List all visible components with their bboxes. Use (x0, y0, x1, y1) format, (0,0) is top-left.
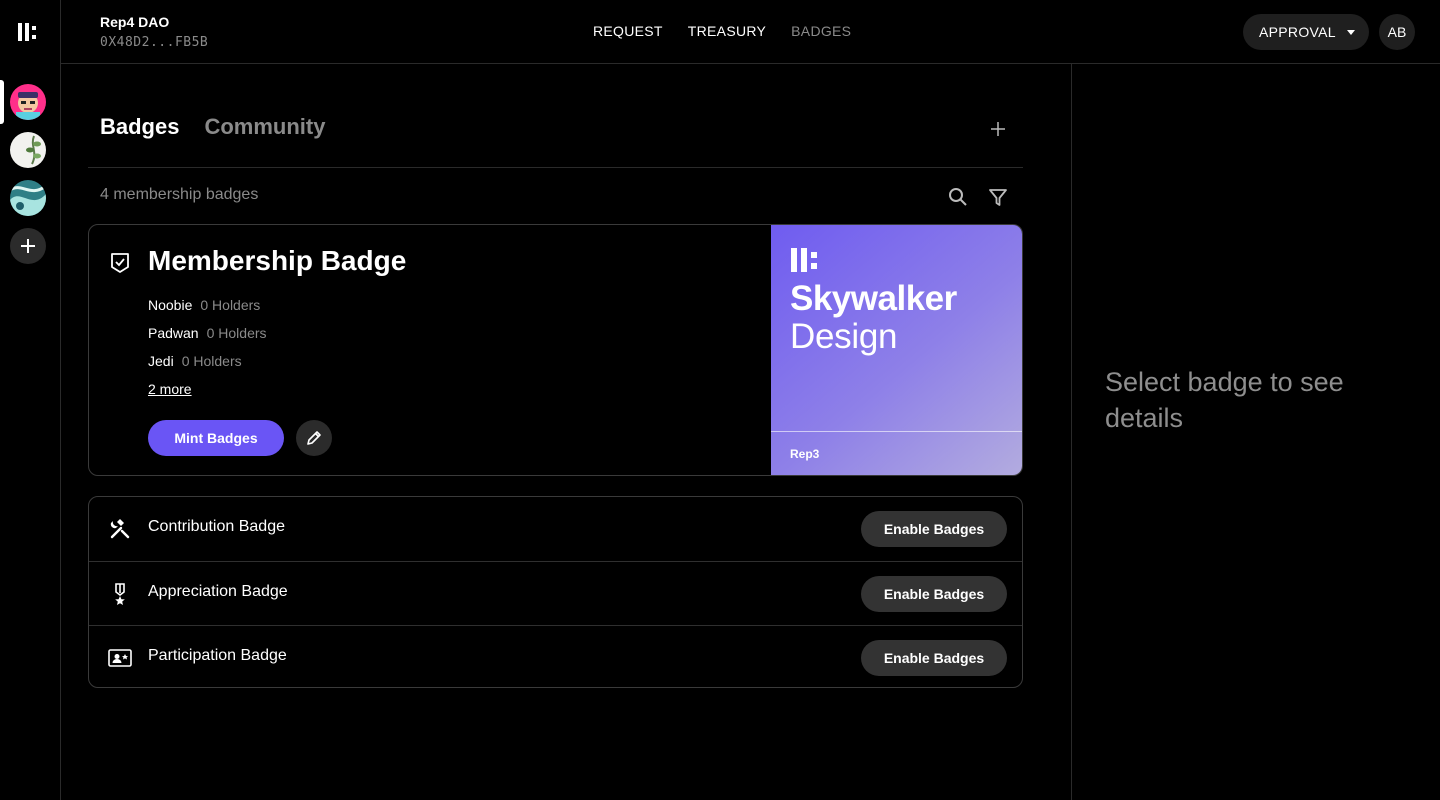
level-name: Jedi (148, 353, 174, 369)
add-badge-icon[interactable] (988, 119, 1008, 139)
edit-badge-button[interactable] (296, 420, 332, 456)
artwork-divider (771, 431, 1022, 432)
badge-label: Contribution Badge (148, 518, 285, 535)
tools-icon (110, 519, 130, 539)
badge-label: Participation Badge (148, 647, 287, 664)
more-levels-link[interactable]: 2 more (148, 381, 192, 397)
enable-participation-button[interactable]: Enable Badges (861, 640, 1007, 676)
user-avatar[interactable]: AB (1379, 14, 1415, 50)
dao-avatar-1[interactable] (10, 84, 46, 120)
approval-dropdown[interactable]: APPROVAL (1243, 14, 1369, 50)
level-item: Noobie 0 Holders (148, 297, 260, 313)
dao-name: Rep4 DAO (100, 14, 170, 30)
filter-icon[interactable] (988, 186, 1008, 208)
active-dao-indicator (0, 80, 4, 124)
enable-appreciation-button[interactable]: Enable Badges (861, 576, 1007, 612)
level-name: Padwan (148, 325, 199, 341)
dao-avatar-2[interactable] (10, 132, 46, 168)
top-nav: REQUEST TREASURY BADGES (593, 23, 851, 39)
badge-type-list: Contribution Badge Enable Badges Appreci… (88, 496, 1023, 688)
badge-artwork: Skywalker Design Rep3 (771, 225, 1022, 475)
tabs-divider (88, 167, 1023, 168)
badge-tabs: Badges Community (100, 114, 325, 140)
shield-check-icon (111, 253, 129, 273)
add-dao-button[interactable] (10, 228, 46, 264)
level-item: Padwan 0 Holders (148, 325, 267, 341)
level-holders: 0 Holders (181, 353, 242, 369)
search-icon[interactable] (947, 186, 969, 208)
main-content: Badges Community 4 membership badges Mem… (61, 64, 1071, 800)
badge-row-contribution: Contribution Badge Enable Badges (89, 497, 1022, 561)
level-item: Jedi 0 Holders (148, 353, 242, 369)
badge-row-appreciation: Appreciation Badge Enable Badges (89, 561, 1022, 625)
badge-label: Appreciation Badge (148, 583, 288, 600)
dao-avatar-3[interactable] (10, 180, 46, 216)
tab-badges[interactable]: Badges (100, 114, 179, 140)
dao-address[interactable]: 0X48D2...FB5B (100, 35, 208, 50)
mint-badges-button[interactable]: Mint Badges (148, 420, 284, 456)
select-badge-hint: Select badge to see details (1105, 367, 1344, 433)
caret-down-icon (1347, 30, 1355, 35)
nav-badges[interactable]: BADGES (791, 23, 851, 39)
medal-icon (115, 583, 125, 605)
badge-count: 4 membership badges (100, 186, 259, 203)
artwork-footer: Rep3 (790, 447, 820, 461)
level-holders: 0 Holders (206, 325, 267, 341)
badge-details-panel: Select badge to see details (1071, 64, 1440, 800)
badge-row-participation: Participation Badge Enable Badges (89, 625, 1022, 687)
app-logo-icon[interactable] (18, 22, 40, 42)
artwork-title: Skywalker (790, 279, 957, 318)
approval-label: APPROVAL (1259, 24, 1336, 40)
plus-icon (21, 239, 35, 253)
left-rail (0, 0, 61, 800)
tab-community[interactable]: Community (204, 114, 325, 140)
app-logo-icon (791, 248, 817, 272)
artwork-subtitle: Design (790, 317, 898, 356)
membership-badge-title: Membership Badge (148, 245, 407, 276)
level-name: Noobie (148, 297, 193, 313)
nav-treasury[interactable]: TREASURY (688, 23, 766, 39)
enable-contribution-button[interactable]: Enable Badges (861, 511, 1007, 547)
membership-badge-card[interactable]: Membership Badge Noobie 0 Holders Padwan 0… (88, 224, 1023, 476)
nav-request[interactable]: REQUEST (593, 23, 663, 39)
top-bar: Rep4 DAO 0X48D2...FB5B REQUEST TREASURY … (61, 0, 1440, 64)
pencil-icon (307, 431, 321, 445)
id-card-icon (108, 649, 132, 667)
level-holders: 0 Holders (200, 297, 261, 313)
